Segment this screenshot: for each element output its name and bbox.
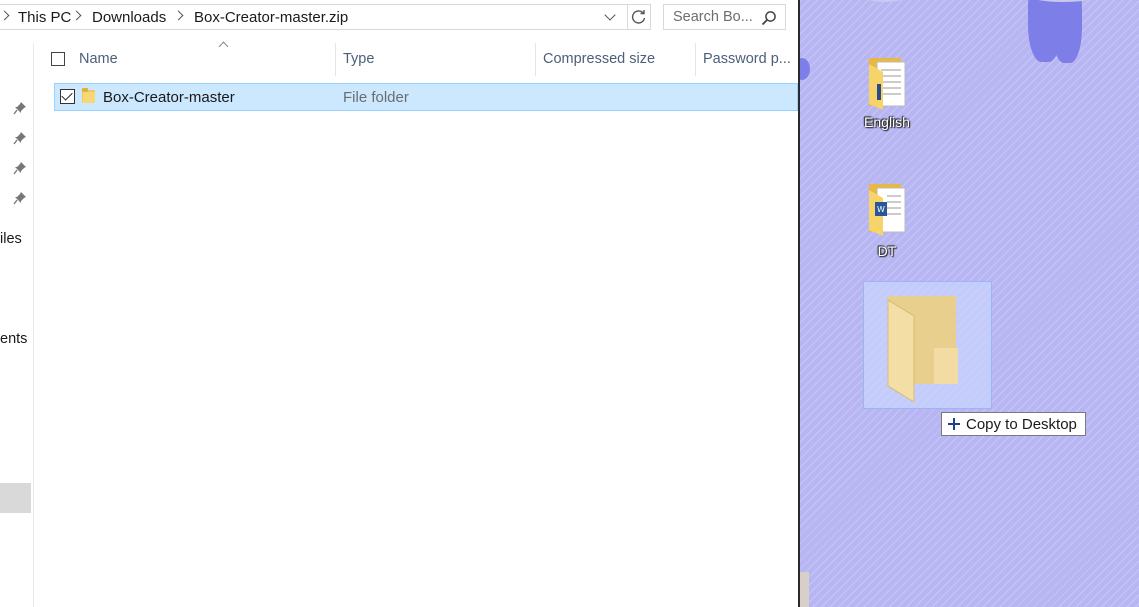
desktop: English W DT Copy to Desktop [800,0,1139,607]
checkmark-icon [61,89,73,101]
search-placeholder: Search Bo... [673,9,753,25]
breadcrumb-this-pc[interactable]: This PC [18,9,71,26]
file-explorer-window: This PC Downloads Box-Creator-master.zip… [0,0,798,607]
column-header-type[interactable]: Type [336,43,536,76]
column-header-name-label: Name [79,51,118,67]
drag-tooltip-text: Copy to Desktop [966,416,1077,433]
nav-item-selected[interactable] [0,483,31,513]
column-header-compressed-size[interactable]: Compressed size [536,43,696,76]
table-row[interactable]: Box-Creator-master File folder [54,83,798,111]
drag-tooltip: Copy to Desktop [941,412,1086,436]
column-headers: Name Type Compressed size Password p... [34,41,798,76]
address-bar[interactable]: This PC Downloads Box-Creator-master.zip [0,4,628,30]
file-type: File folder [343,89,409,106]
folder-icon [82,88,95,103]
desktop-icon-dt[interactable]: W DT [857,180,917,264]
partial-desktop-icon [800,572,809,607]
column-header-type-label: Type [343,51,375,67]
chevron-down-icon[interactable] [604,9,616,21]
file-name: Box-Creator-master [103,89,235,106]
chevron-right-icon[interactable] [173,10,184,21]
plus-icon [948,418,960,430]
column-header-password-label: Password p... [703,51,791,67]
pin-icon[interactable] [13,131,27,145]
refresh-button[interactable] [627,4,651,30]
nav-item-documents[interactable]: ents [0,331,27,347]
desktop-icon-label: DT [877,243,897,259]
word-document-folder-icon: W [869,184,906,236]
drag-preview [863,281,992,409]
folder-icon [887,296,958,402]
column-header-password[interactable]: Password p... [696,43,798,76]
column-header-compressed-size-label: Compressed size [543,51,656,67]
chevron-right-icon[interactable] [0,10,10,21]
pin-icon[interactable] [13,161,27,175]
desktop-icon-label: English [864,114,910,130]
wallpaper-shape [1052,0,1082,63]
document-folder-icon [869,58,906,110]
pin-icon[interactable] [13,191,27,205]
wallpaper-shape [865,0,905,2]
breadcrumb-downloads[interactable]: Downloads [92,9,166,26]
navigation-pane: iles ents [0,43,34,607]
desktop-icon-english[interactable]: English [857,50,917,134]
nav-item-files[interactable]: iles [0,231,22,247]
search-input[interactable]: Search Bo... [663,4,786,30]
wallpaper-shape [800,58,810,80]
row-checkbox[interactable] [60,89,75,104]
refresh-icon [631,10,646,24]
chevron-right-icon[interactable] [71,10,82,21]
search-icon[interactable] [761,10,777,26]
pin-icon[interactable] [13,101,27,115]
breadcrumb-zip[interactable]: Box-Creator-master.zip [194,9,348,26]
screen: This PC Downloads Box-Creator-master.zip… [0,0,1139,607]
column-header-name[interactable]: Name [34,41,336,76]
sort-ascending-icon [218,41,229,52]
svg-text:W: W [877,205,885,214]
